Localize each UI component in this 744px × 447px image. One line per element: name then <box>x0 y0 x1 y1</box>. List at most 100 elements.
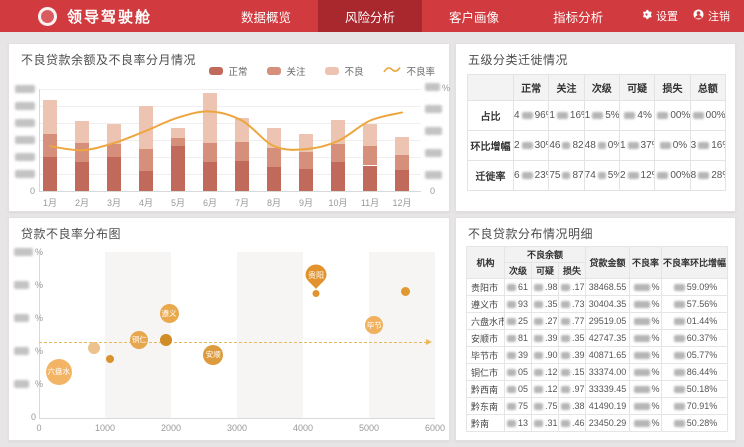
table-row: 安顺市81.39.3542747.35%60.37% <box>467 330 728 347</box>
redacted-value <box>522 172 533 179</box>
migration-cell: 4% <box>619 101 654 131</box>
balance-cell: .31 <box>532 415 559 432</box>
nav-tab-4[interactable]: 指标分析 <box>526 0 630 32</box>
data-bubble <box>160 334 172 346</box>
redacted-value <box>561 352 570 359</box>
table-row: 占比496%116%15%4%00%00% <box>468 101 726 131</box>
cell-prefix: 3 <box>691 140 697 151</box>
npl-rate-cell: % <box>630 296 662 313</box>
data-bubble <box>88 342 100 354</box>
redacted-value <box>534 386 543 393</box>
balance-cell: .12 <box>532 381 559 398</box>
right-axis-percent: % <box>442 83 450 93</box>
table-row: 迁徙率623%7587%745%212%00%828% <box>468 161 726 191</box>
table-row: 六盘水市25.27.7729519.05%01.44% <box>467 313 728 330</box>
redacted-value <box>561 318 570 325</box>
panel-npl-scatter: 贷款不良率分布图 %%%%%00100020003000400050006000… <box>8 217 450 441</box>
redacted-value <box>561 284 570 291</box>
x-tick-label: 2月 <box>66 196 98 209</box>
migration-cell: 496% <box>514 101 549 131</box>
redacted-value <box>562 172 570 179</box>
col-header: 贷款金额 <box>586 247 630 279</box>
x-tick-label: 0 <box>21 423 57 433</box>
x-tick-label: 6000 <box>417 423 453 433</box>
corner-cell <box>468 75 514 101</box>
redacted-value <box>534 369 543 376</box>
balance-cell: 39 <box>505 347 532 364</box>
redacted-value <box>507 352 516 359</box>
balance-cell: 81 <box>505 330 532 347</box>
bar-segment-不良 <box>235 118 249 142</box>
x-tick-label: 11月 <box>354 196 386 209</box>
redacted-value <box>592 112 603 119</box>
cell-value: .35 <box>572 333 585 343</box>
dashed-line-arrow <box>426 339 432 345</box>
redacted-value <box>534 352 543 359</box>
col-header: 次级 <box>505 263 532 279</box>
redacted-value <box>507 318 516 325</box>
redacted-value <box>534 335 543 342</box>
cell-value: % <box>652 401 660 411</box>
bar-segment-不良 <box>171 128 185 138</box>
settings-button[interactable]: 设置 <box>641 8 678 24</box>
bar-segment-关注 <box>75 143 89 162</box>
x-tick-label: 6月 <box>194 196 226 209</box>
detail-table: 机构 不良余额 贷款金额 不良率 不良率环比增幅 次级 可疑 损失 贵阳市61.… <box>466 246 728 432</box>
redacted-value <box>674 301 685 308</box>
panel-npl-detail: 不良贷款分布情况明细 机构 不良余额 贷款金额 不良率 不良率环比增幅 次级 可… <box>455 217 736 441</box>
table-row: 黔西南05.12.9733339.45%50.18% <box>467 381 728 398</box>
growth-cell: 70.91% <box>662 398 728 415</box>
stacked-bar-line-chart: 0%01月2月3月4月5月6月7月8月9月10月11月12月 <box>9 44 449 211</box>
balance-cell: .75 <box>532 398 559 415</box>
y-axis-redacted-label <box>14 314 29 322</box>
bar-segment-不良 <box>139 106 153 149</box>
svg-text:贵阳: 贵阳 <box>308 270 324 280</box>
nav-tab-3[interactable]: 客户画像 <box>422 0 526 32</box>
x-tick-label: 10月 <box>322 196 354 209</box>
bar-segment-不良 <box>299 134 313 152</box>
table-row: 黔东南75.75.3841490.19%70.91% <box>467 398 728 415</box>
cell-value: 59.09% <box>687 282 718 292</box>
redacted-value <box>674 335 685 342</box>
y-axis-percent: % <box>35 379 43 389</box>
balance-cell: .90 <box>532 347 559 364</box>
cell-value: % <box>652 418 660 428</box>
balance-cell: .46 <box>559 415 586 432</box>
redacted-value <box>522 142 533 149</box>
cell-value: .39 <box>545 333 558 343</box>
logout-button[interactable]: 注销 <box>693 8 730 24</box>
y-axis-redacted-label <box>14 248 33 256</box>
balance-cell: .15 <box>559 364 586 381</box>
x-tick-label: 5000 <box>351 423 387 433</box>
panel-migration: 五级分类迁徙情况 正常 关注 次级 可疑 损失 总额 占比496%116%15%… <box>455 43 736 212</box>
cell-value: .39 <box>572 350 585 360</box>
redacted-value <box>674 403 685 410</box>
redacted-value <box>534 318 543 325</box>
cell-prefix: 74 <box>585 170 596 181</box>
redacted-value <box>693 112 704 119</box>
x-tick-label: 9月 <box>290 196 322 209</box>
y-axis-redacted-label <box>14 347 29 355</box>
migration-cell: 230% <box>514 131 549 161</box>
cell-prefix: 1 <box>620 140 626 151</box>
pin-icon: 贵阳 <box>301 263 331 299</box>
balance-cell: .98 <box>532 279 559 296</box>
cell-prefix: 1 <box>585 110 591 121</box>
cell-value: 05 <box>518 384 528 394</box>
redacted-value <box>598 142 606 149</box>
x-tick-label: 12月 <box>386 196 418 209</box>
redacted-value <box>507 335 516 342</box>
cell-value: 16% <box>711 140 725 151</box>
cell-value: % <box>652 299 660 309</box>
cell-value: % <box>652 282 660 292</box>
balance-cell: .35 <box>559 330 586 347</box>
npl-rate-cell: % <box>630 415 662 432</box>
y-axis-percent: % <box>35 346 43 356</box>
cell-value: 60.37% <box>687 333 718 343</box>
nav-tab-2[interactable]: 风险分析 <box>318 0 422 32</box>
nav-tab-1[interactable]: 数据概览 <box>214 0 318 32</box>
cell-value: 50.18% <box>687 384 718 394</box>
redacted-value <box>507 284 516 291</box>
redacted-value <box>674 352 685 359</box>
panel-title: 不良贷款分布情况明细 <box>468 225 593 242</box>
